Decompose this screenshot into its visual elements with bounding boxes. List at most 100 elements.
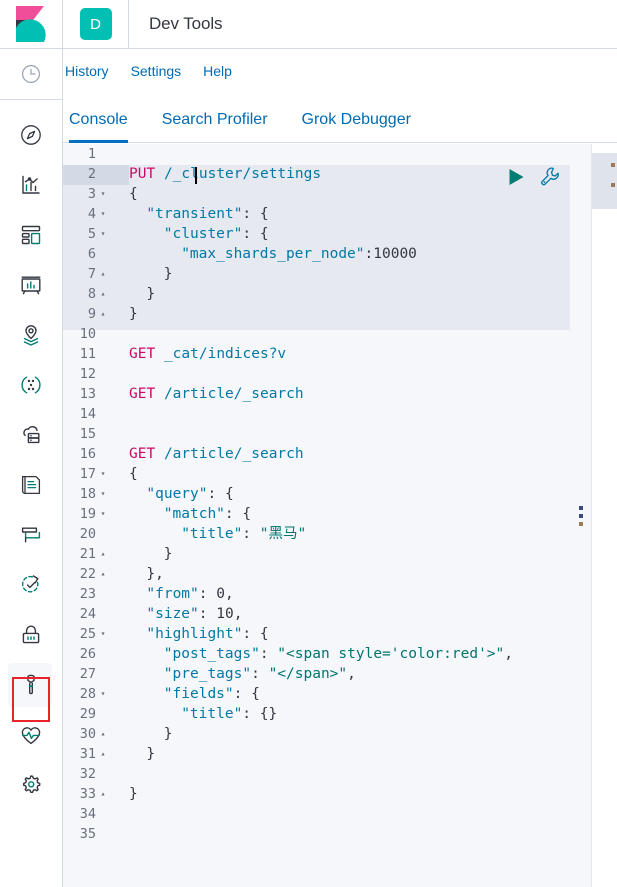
editor-line[interactable]: 11 GET _cat/indices?v [63, 344, 570, 364]
editor-line[interactable]: 35 [63, 824, 570, 844]
sidebar-item-logs[interactable] [0, 460, 62, 510]
code-fold-toggle-icon[interactable]: ▾ [96, 204, 110, 224]
top-header: D Dev Tools [0, 0, 617, 49]
editor-line[interactable]: 2 PUT /_cluster/settings [63, 164, 570, 184]
editor-line[interactable]: 7 ▴} [63, 264, 570, 284]
kibana-home-button[interactable] [0, 0, 63, 48]
sidebar-item-maps[interactable] [0, 310, 62, 360]
sidebar-item-visualize[interactable] [0, 160, 62, 210]
editor-line[interactable]: 15 [63, 424, 570, 444]
editor-line[interactable]: 34 [63, 804, 570, 824]
sidebar-item-infrastructure[interactable] [0, 410, 62, 460]
code-fold-toggle-icon[interactable]: ▴ [96, 784, 110, 804]
editor-line[interactable]: 28 ▾ "fields": { [63, 684, 570, 704]
sidebar-item-recently-viewed[interactable] [0, 49, 62, 100]
editor-line[interactable]: 19 ▾ "match": { [63, 504, 570, 524]
kibana-dev-tools-app: D Dev Tools History Settings Help Consol… [0, 0, 617, 887]
tab-grok-debugger[interactable]: Grok Debugger [302, 111, 411, 142]
editor-line[interactable]: 32 [63, 764, 570, 784]
response-editor[interactable] [591, 144, 617, 887]
editor-line[interactable]: 20 "title": "黑马" [63, 524, 570, 544]
sidebar-item-discover[interactable] [0, 110, 62, 160]
sidebar-item-uptime[interactable] [0, 560, 62, 610]
editor-line[interactable]: 6 "max_shards_per_node":10000 [63, 244, 570, 264]
sidebar-item-management[interactable] [0, 760, 62, 810]
line-text: "fields": { [163, 686, 260, 702]
play-triangle-icon[interactable] [505, 166, 527, 188]
editor-line[interactable]: 30 ▴} [63, 724, 570, 744]
code-fold-toggle-icon[interactable]: ▴ [96, 264, 110, 284]
panel-resizer[interactable] [570, 144, 591, 887]
line-text: { [129, 466, 138, 482]
editor-line[interactable]: 4 ▾ "transient": { [63, 204, 570, 224]
code-fold-toggle-icon[interactable]: ▾ [96, 184, 110, 204]
sidebar-item-stack-monitoring[interactable] [0, 710, 62, 760]
editor-line[interactable]: 14 [63, 404, 570, 424]
tab-search-profiler[interactable]: Search Profiler [162, 111, 268, 142]
line-number: 24 [79, 606, 96, 622]
line-number: 26 [79, 646, 96, 662]
sidebar-item-machine-learning[interactable] [0, 360, 62, 410]
space-switcher[interactable]: D [63, 0, 129, 48]
code-fold-toggle-icon[interactable]: ▾ [96, 464, 110, 484]
code-fold-toggle-icon[interactable]: ▾ [96, 684, 110, 704]
nav-link-settings[interactable]: Settings [131, 63, 182, 79]
code-fold-toggle-icon[interactable]: ▴ [96, 744, 110, 764]
code-fold-toggle-icon[interactable]: ▾ [96, 484, 110, 504]
editor-line[interactable]: 22 ▴}, [63, 564, 570, 584]
code-fold-toggle-icon[interactable]: ▴ [96, 724, 110, 744]
editor-line[interactable]: 29 "title": {} [63, 704, 570, 724]
editor-line[interactable]: 13 GET /article/_search [63, 384, 570, 404]
editor-line[interactable]: 25 ▾ "highlight": { [63, 624, 570, 644]
tab-console[interactable]: Console [69, 111, 128, 143]
wrench-icon[interactable] [539, 166, 561, 188]
sidebar-item-siem[interactable] [0, 610, 62, 660]
sidebar-item-canvas[interactable] [0, 260, 62, 310]
response-marker-dot-2 [611, 183, 615, 187]
code-fold-toggle-icon[interactable]: ▴ [96, 544, 110, 564]
line-number: 3 [87, 186, 96, 202]
line-number: 5 [87, 226, 96, 242]
editor-line[interactable]: 23 "from": 0, [63, 584, 570, 604]
nav-link-history[interactable]: History [65, 63, 109, 79]
code-fold-toggle-icon[interactable]: ▴ [96, 564, 110, 584]
code-fold-toggle-icon[interactable]: ▴ [96, 284, 110, 304]
sidebar-item-dev-tools[interactable] [0, 660, 62, 710]
editor-line[interactable]: 5 ▾ "cluster": { [63, 224, 570, 244]
line-text: }, [146, 566, 164, 582]
editor-line[interactable]: 1 [63, 144, 570, 164]
code-fold-toggle-icon[interactable]: ▴ [96, 304, 110, 324]
line-number: 16 [79, 446, 96, 462]
editor-line[interactable]: 26 "post_tags": "<span style='color:red'>… [63, 644, 570, 664]
editor-line[interactable]: 9 ▴} [63, 304, 570, 324]
code-fold-toggle-icon[interactable]: ▾ [96, 224, 110, 244]
line-number: 8 [87, 286, 96, 302]
editor-line[interactable]: 3 ▾ { [63, 184, 570, 204]
sidebar-item-dashboard[interactable] [0, 210, 62, 260]
vertical-grip-dots-icon [578, 505, 583, 526]
editor-line[interactable]: 21 ▴} [63, 544, 570, 564]
editor-line[interactable]: 31 ▴} [63, 744, 570, 764]
request-editor[interactable]: 1 2 PUT /_cluster/settings 3 ▾{4 ▾ "transient"… [63, 144, 570, 887]
editor-line[interactable]: 18 ▾ "query": { [63, 484, 570, 504]
editor-line[interactable]: 12 [63, 364, 570, 384]
line-text: "query": { [146, 486, 234, 502]
editor-line[interactable]: 17 ▾ { [63, 464, 570, 484]
editor-line[interactable]: 24 "size": 10, [63, 604, 570, 624]
line-number: 15 [79, 426, 96, 442]
editor-line[interactable]: 33 ▴} [63, 784, 570, 804]
line-text: "title": {} [181, 706, 278, 722]
kibana-logo-icon [16, 6, 46, 42]
sidebar-item-apm[interactable] [0, 510, 62, 560]
line-text: } [146, 746, 156, 762]
response-marker-dot-1 [611, 163, 615, 167]
editor-line[interactable]: 10 [63, 324, 570, 344]
editor-line[interactable]: 27 "pre_tags": "</span>", [63, 664, 570, 684]
code-fold-toggle-icon[interactable]: ▾ [96, 504, 110, 524]
code-fold-toggle-icon[interactable]: ▾ [96, 624, 110, 644]
editor-code-lines[interactable]: 1 2 PUT /_cluster/settings 3 ▾{4 ▾ "transient"… [63, 144, 570, 844]
editor-line[interactable]: 8 ▴} [63, 284, 570, 304]
line-text: "highlight": { [146, 626, 269, 642]
nav-link-help[interactable]: Help [203, 63, 232, 79]
editor-line[interactable]: 16 GET /article/_search [63, 444, 570, 464]
